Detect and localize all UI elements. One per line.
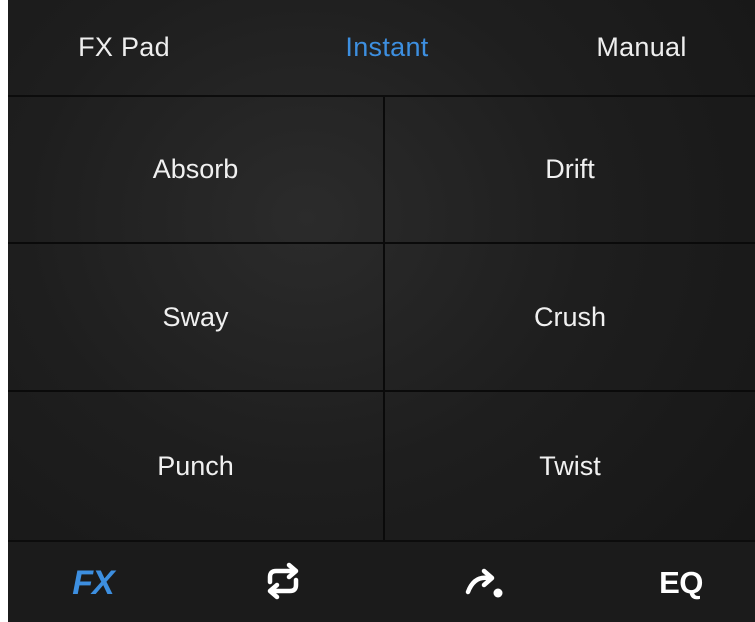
bottom-toolbar: FX EQ — [8, 540, 755, 622]
pad-label: Twist — [539, 450, 601, 481]
loop-button[interactable] — [238, 542, 328, 622]
pad-absorb[interactable]: Absorb — [8, 97, 385, 244]
fx-label: FX — [72, 563, 114, 602]
tab-instant[interactable]: Instant — [261, 0, 513, 95]
pad-sway[interactable]: Sway — [8, 244, 385, 392]
pad-label: Crush — [533, 301, 607, 332]
pad-crush[interactable]: Crush — [385, 244, 755, 392]
eq-label: EQ — [659, 565, 703, 600]
tab-manual[interactable]: Manual — [528, 0, 755, 95]
fx-panel: FX Pad Instant Manual Absorb Drift Sway … — [8, 0, 755, 622]
effect-pad-grid: Absorb Drift Sway Crush Punch Twist — [8, 97, 755, 540]
pad-label: Sway — [162, 301, 229, 332]
pad-label: Absorb — [152, 154, 239, 184]
tab-fx-pad[interactable]: FX Pad — [8, 0, 240, 95]
pad-label: Drift — [545, 154, 595, 184]
pad-drift[interactable]: Drift — [385, 97, 755, 244]
roll-icon — [462, 560, 508, 607]
fx-button[interactable]: FX — [48, 542, 138, 622]
mode-tab-bar: FX Pad Instant Manual — [8, 0, 755, 97]
roll-button[interactable] — [440, 542, 530, 622]
pad-punch[interactable]: Punch — [8, 392, 385, 540]
eq-button[interactable]: EQ — [636, 542, 726, 622]
pad-label: Punch — [157, 450, 234, 481]
loop-icon — [262, 560, 304, 607]
pad-twist[interactable]: Twist — [385, 392, 755, 540]
